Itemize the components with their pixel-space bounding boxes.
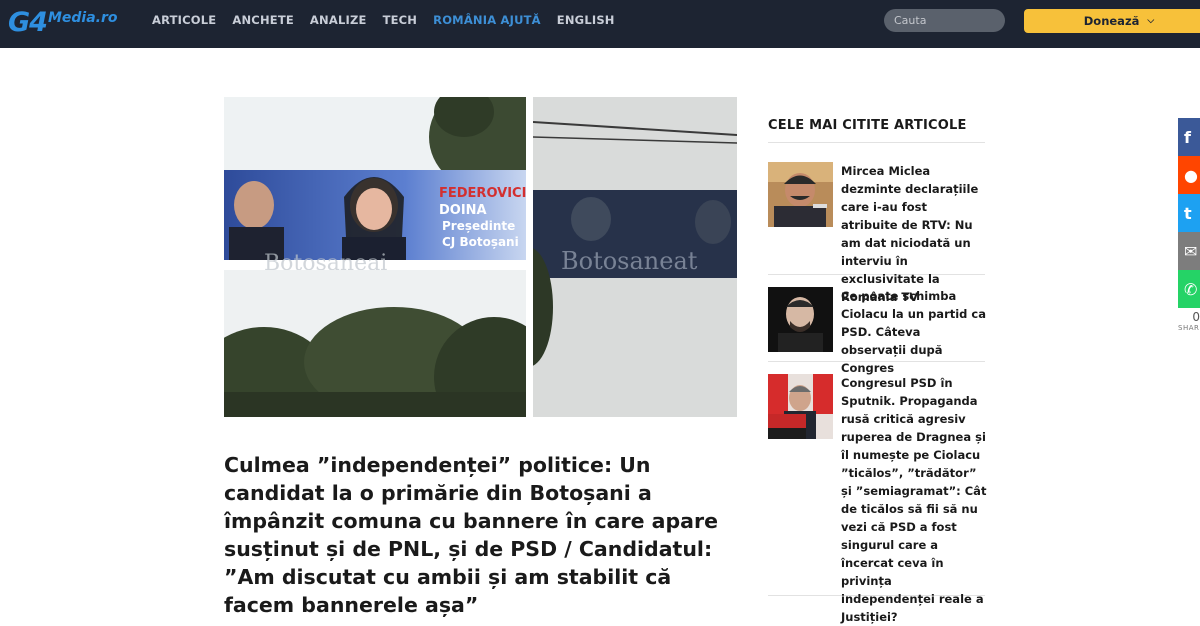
whatsapp-icon[interactable]: ✆	[1178, 270, 1200, 308]
facebook-icon[interactable]: f	[1178, 118, 1200, 156]
reddit-icon[interactable]: ●	[1178, 156, 1200, 194]
article-title[interactable]: Culmea ”independenței” politice: Un cand…	[224, 451, 744, 619]
email-glyph: ✉	[1184, 241, 1198, 261]
sidebar-article-thumbnail[interactable]	[768, 162, 833, 227]
photo-right-illustration: Botosaneat	[533, 97, 737, 417]
banner-role: Președinte	[442, 219, 515, 233]
sidebar-title: CELE MAI CITITE ARTICOLE	[768, 118, 985, 143]
article-hero-image[interactable]: FEDEROVICI DOINA Președinte CJ Botoșani …	[224, 97, 737, 417]
share-bar: f ● t ✉ ✆ 0 SHARES	[1178, 118, 1200, 332]
twitter-icon[interactable]: t	[1178, 194, 1200, 232]
donate-button[interactable]: Donează ⌵	[1024, 9, 1200, 33]
nav-item-romania-ajuta[interactable]: ROMÂNIA AJUTĂ	[433, 13, 541, 27]
search-input[interactable]	[884, 9, 1005, 32]
nav-item-anchete[interactable]: ANCHETE	[232, 13, 294, 27]
share-count: 0	[1192, 310, 1200, 324]
sidebar-article-title[interactable]: Ce poate schimba Ciolacu la un partid ca…	[841, 287, 987, 377]
banner-name: FEDEROVICI	[439, 186, 526, 201]
thumbnail-2	[768, 287, 833, 352]
sidebar-article-thumbnail[interactable]	[768, 287, 833, 352]
top-navigation-bar: G4 Media.ro ARTICOLE ANCHETE ANALIZE TEC…	[0, 0, 1200, 48]
sidebar-article-title[interactable]: Congresul PSD în Sputnik. Propaganda rus…	[841, 374, 987, 626]
nav-item-english[interactable]: ENGLISH	[557, 13, 615, 27]
donate-label: Donează	[1083, 14, 1140, 28]
nav-item-tech[interactable]: TECH	[383, 13, 418, 27]
logo-media: Media.ro	[47, 10, 118, 26]
hero-photo-left: FEDEROVICI DOINA Președinte CJ Botoșani …	[224, 97, 526, 417]
reddit-glyph: ●	[1184, 165, 1198, 185]
sidebar-article[interactable]: Ce poate schimba Ciolacu la un partid ca…	[768, 287, 986, 375]
chevron-down-icon: ⌵	[1147, 16, 1155, 26]
sidebar-article[interactable]: Congresul PSD în Sputnik. Propaganda rus…	[768, 374, 986, 624]
whatsapp-glyph: ✆	[1184, 279, 1198, 299]
sidebar-article[interactable]: Mircea Miclea dezminte declarațiile care…	[768, 162, 985, 304]
photo-left-illustration: FEDEROVICI DOINA Președinte CJ Botoșani …	[224, 97, 526, 417]
logo-g4: G4	[8, 7, 48, 38]
nav-item-articole[interactable]: ARTICOLE	[152, 13, 216, 27]
sidebar-article-thumbnail[interactable]	[768, 374, 833, 439]
banner-watermark-right: Botosaneat	[561, 247, 698, 275]
hero-photo-right: Botosaneat	[533, 97, 737, 417]
twitter-glyph: t	[1184, 203, 1192, 223]
thumbnail-3	[768, 374, 833, 439]
banner-org: CJ Botoșani	[442, 235, 519, 249]
thumbnail-1	[768, 162, 833, 227]
sidebar-article-title[interactable]: Mircea Miclea dezminte declarațiile care…	[841, 162, 987, 306]
nav-item-analize[interactable]: ANALIZE	[310, 13, 367, 27]
banner-first-name: DOINA	[439, 203, 487, 218]
site-logo[interactable]: G4 Media.ro	[8, 5, 118, 41]
facebook-glyph: f	[1184, 127, 1191, 147]
email-icon[interactable]: ✉	[1178, 232, 1200, 270]
share-label: SHARES	[1178, 324, 1200, 332]
main-nav: ARTICOLE ANCHETE ANALIZE TECH ROMÂNIA AJ…	[152, 0, 631, 40]
